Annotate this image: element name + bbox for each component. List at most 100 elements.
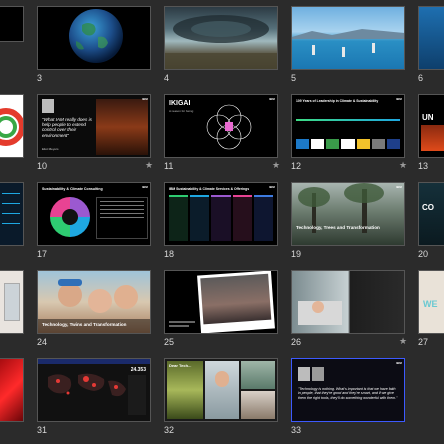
slide-27-thumbnail: WE bbox=[418, 270, 444, 334]
portrait-photo bbox=[298, 367, 310, 381]
slide-4-thumbnail bbox=[164, 6, 278, 70]
portrait-photo bbox=[42, 99, 54, 113]
slide-33-thumbnail: "Technology is nothing. What's important… bbox=[291, 358, 405, 422]
slide-16-partial[interactable] bbox=[0, 182, 24, 246]
ibm-logo: IBM bbox=[395, 185, 402, 189]
slide-20-thumbnail: CO bbox=[418, 182, 444, 246]
logo-strip bbox=[296, 139, 400, 149]
slide-5-thumbnail bbox=[291, 6, 405, 70]
slide-11[interactable]: IKIGAI A reason for being IBM 11 ★ bbox=[164, 94, 281, 174]
slide-title: Technology, Trees and Transformation bbox=[296, 225, 380, 230]
donut-chart-graphic bbox=[0, 108, 23, 146]
slide-3-thumbnail bbox=[37, 6, 151, 70]
slide-12[interactable]: 109 Years of Leadership in Climate & Sus… bbox=[291, 94, 408, 174]
slide-10-thumbnail: "What IAM really does is help people to … bbox=[37, 94, 151, 158]
ibm-logo: IBM bbox=[268, 97, 275, 101]
slide-title: Technology, Twins and Transformation bbox=[42, 322, 127, 327]
slide-10[interactable]: "What IAM really does is help people to … bbox=[37, 94, 154, 174]
slide-number: 12 bbox=[291, 161, 302, 171]
slide-title: UN bbox=[422, 113, 434, 122]
slide-9-partial[interactable] bbox=[0, 94, 24, 158]
slide-24-thumbnail: Technology, Twins and Transformation bbox=[37, 270, 151, 334]
slide-12-thumbnail: 109 Years of Leadership in Climate & Sus… bbox=[291, 94, 405, 158]
slide-18-thumbnail: IBM Sustainability & Climate Services & … bbox=[164, 182, 278, 246]
hospital-photo bbox=[298, 301, 342, 325]
slide-number: 26 bbox=[291, 337, 302, 347]
slide-number: 24 bbox=[37, 337, 48, 347]
slide-31-thumbnail: 24.353 bbox=[37, 358, 151, 422]
slide-title: IBM Sustainability & Climate Services & … bbox=[169, 187, 250, 191]
slide-32[interactable]: Dear Tech... 32 bbox=[164, 358, 278, 438]
slide-26[interactable]: 26 ★ bbox=[291, 270, 408, 350]
hands-photo bbox=[241, 391, 275, 419]
slide-number: 3 bbox=[37, 73, 43, 83]
slide-19[interactable]: Technology, Trees and Transformation IBM… bbox=[291, 182, 405, 262]
slide-4[interactable]: 4 bbox=[164, 6, 278, 86]
storm-image bbox=[165, 15, 277, 69]
slide-5[interactable]: 5 bbox=[291, 6, 405, 86]
slide-number: 10 bbox=[37, 161, 48, 171]
star-icon: ★ bbox=[399, 336, 408, 346]
star-icon: ★ bbox=[145, 160, 154, 170]
slide-number: 25 bbox=[164, 337, 175, 347]
slide-quote: "What IAM really does is help people to … bbox=[42, 117, 92, 138]
landscape-photo bbox=[241, 361, 275, 389]
slide-number: 27 bbox=[418, 337, 429, 347]
slide-18[interactable]: IBM Sustainability & Climate Services & … bbox=[164, 182, 278, 262]
slide-31[interactable]: 24.353 31 bbox=[37, 358, 151, 438]
slide-6-thumbnail bbox=[418, 6, 444, 70]
offerings-columns bbox=[169, 195, 274, 241]
venn-diagram bbox=[206, 104, 252, 150]
slide-32-thumbnail: Dear Tech... bbox=[164, 358, 278, 422]
slide-number: 20 bbox=[418, 249, 429, 259]
portrait-photo bbox=[312, 367, 324, 381]
slide-20[interactable]: CO 20 bbox=[418, 182, 444, 262]
slide-17-thumbnail: Sustainability & Climate Consulting IBM bbox=[37, 182, 151, 246]
slide-number: 5 bbox=[291, 73, 297, 83]
quote-author: Eliot Meyers bbox=[42, 147, 59, 151]
star-icon: ★ bbox=[399, 160, 408, 170]
slide-number: 4 bbox=[164, 73, 170, 83]
slide-3[interactable]: 3 bbox=[37, 6, 151, 86]
ibm-logo: IBM bbox=[141, 185, 148, 189]
slide-27[interactable]: WE 27 bbox=[418, 270, 444, 350]
ibm-logo: IBM bbox=[395, 361, 402, 365]
text-panel bbox=[96, 197, 148, 239]
slide-11-thumbnail: IKIGAI A reason for being IBM bbox=[164, 94, 278, 158]
timeline-bar bbox=[296, 119, 400, 121]
slide-number: 33 bbox=[291, 425, 302, 435]
slide-25[interactable]: 25 bbox=[164, 270, 278, 350]
slide-title: 109 Years of Leadership in Climate & Sus… bbox=[296, 99, 379, 103]
slide-title: WE bbox=[423, 299, 438, 309]
earth-image bbox=[69, 9, 123, 63]
star-icon: ★ bbox=[272, 160, 281, 170]
plant-photo bbox=[167, 361, 203, 419]
slide-number: 31 bbox=[37, 425, 48, 435]
slide-33[interactable]: "Technology is nothing. What's important… bbox=[291, 358, 405, 438]
doctor-photo bbox=[205, 361, 239, 419]
fireplace-photo bbox=[96, 99, 148, 155]
forest-image bbox=[298, 183, 384, 233]
slide-number: 6 bbox=[418, 73, 424, 83]
ibm-logo: IBM bbox=[141, 97, 148, 101]
stat-value: 24.353 bbox=[130, 367, 146, 373]
slide-13[interactable]: UN 13 bbox=[418, 94, 444, 174]
slide-23-partial[interactable] bbox=[0, 270, 24, 334]
slide-number: 13 bbox=[418, 161, 429, 171]
slide-19-thumbnail: Technology, Trees and Transformation IBM bbox=[291, 182, 405, 246]
slide-number: 17 bbox=[37, 249, 48, 259]
slide-number: 19 bbox=[291, 249, 302, 259]
polaroid-frame bbox=[197, 271, 275, 333]
slide-number: 11 bbox=[164, 161, 174, 171]
ibm-logo: IBM bbox=[268, 185, 275, 189]
slide-number: 32 bbox=[164, 425, 175, 435]
slide-6[interactable]: 6 bbox=[418, 6, 444, 86]
ibm-logo: IBM bbox=[395, 97, 402, 101]
slide-number: 18 bbox=[164, 249, 175, 259]
slide-25-thumbnail bbox=[164, 270, 278, 334]
arctic-image bbox=[292, 29, 404, 57]
slide-24[interactable]: Technology, Twins and Transformation 24 bbox=[37, 270, 151, 350]
slide-17[interactable]: Sustainability & Climate Consulting IBM … bbox=[37, 182, 151, 262]
slide-thumb-partial[interactable] bbox=[0, 6, 24, 42]
slide-30-partial[interactable] bbox=[0, 358, 24, 422]
